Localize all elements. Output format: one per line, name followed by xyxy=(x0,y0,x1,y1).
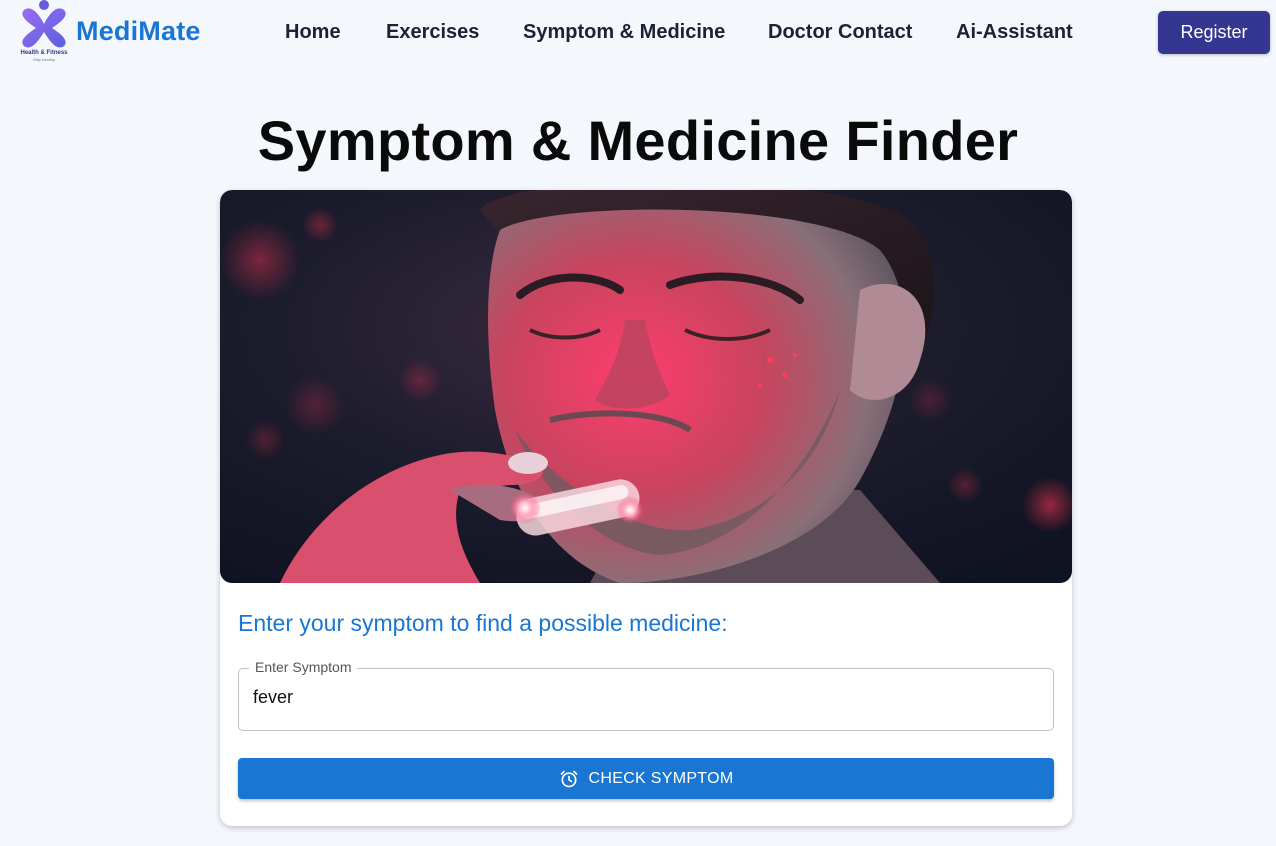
nav-ai-assistant[interactable]: Ai-Assistant xyxy=(956,21,1073,44)
man-with-pill-photo xyxy=(220,190,1072,583)
alarm-clock-icon xyxy=(560,770,577,787)
navbar: Health & Fitness Stay healthy MediMate H… xyxy=(0,0,1276,64)
nav-home[interactable]: Home xyxy=(285,21,341,44)
medimate-logo-icon xyxy=(22,0,66,48)
logo-subtagline: Stay healthy xyxy=(32,57,55,62)
nav-symptom-medicine[interactable]: Symptom & Medicine xyxy=(523,21,725,44)
page-title: Symptom & Medicine Finder xyxy=(257,109,1019,172)
check-symptom-label: CHECK SYMPTOM xyxy=(588,769,734,787)
brand-name[interactable]: MediMate xyxy=(76,16,201,47)
nav-doctor-contact[interactable]: Doctor Contact xyxy=(768,21,912,44)
symptom-field[interactable]: Enter Symptom xyxy=(238,659,1054,731)
symptom-finder-card: Enter your symptom to find a possible me… xyxy=(220,190,1072,826)
symptom-input[interactable] xyxy=(253,687,1033,708)
symptom-prompt: Enter your symptom to find a possible me… xyxy=(238,610,728,636)
register-button[interactable]: Register xyxy=(1158,11,1270,54)
logo-tagline: Health & Fitness xyxy=(20,50,68,56)
brand-logo[interactable]: Health & Fitness Stay healthy xyxy=(14,0,74,62)
nav-exercises[interactable]: Exercises xyxy=(386,21,479,44)
symptom-field-label: Enter Symptom xyxy=(249,659,358,675)
check-symptom-button[interactable]: CHECK SYMPTOM xyxy=(238,758,1054,799)
